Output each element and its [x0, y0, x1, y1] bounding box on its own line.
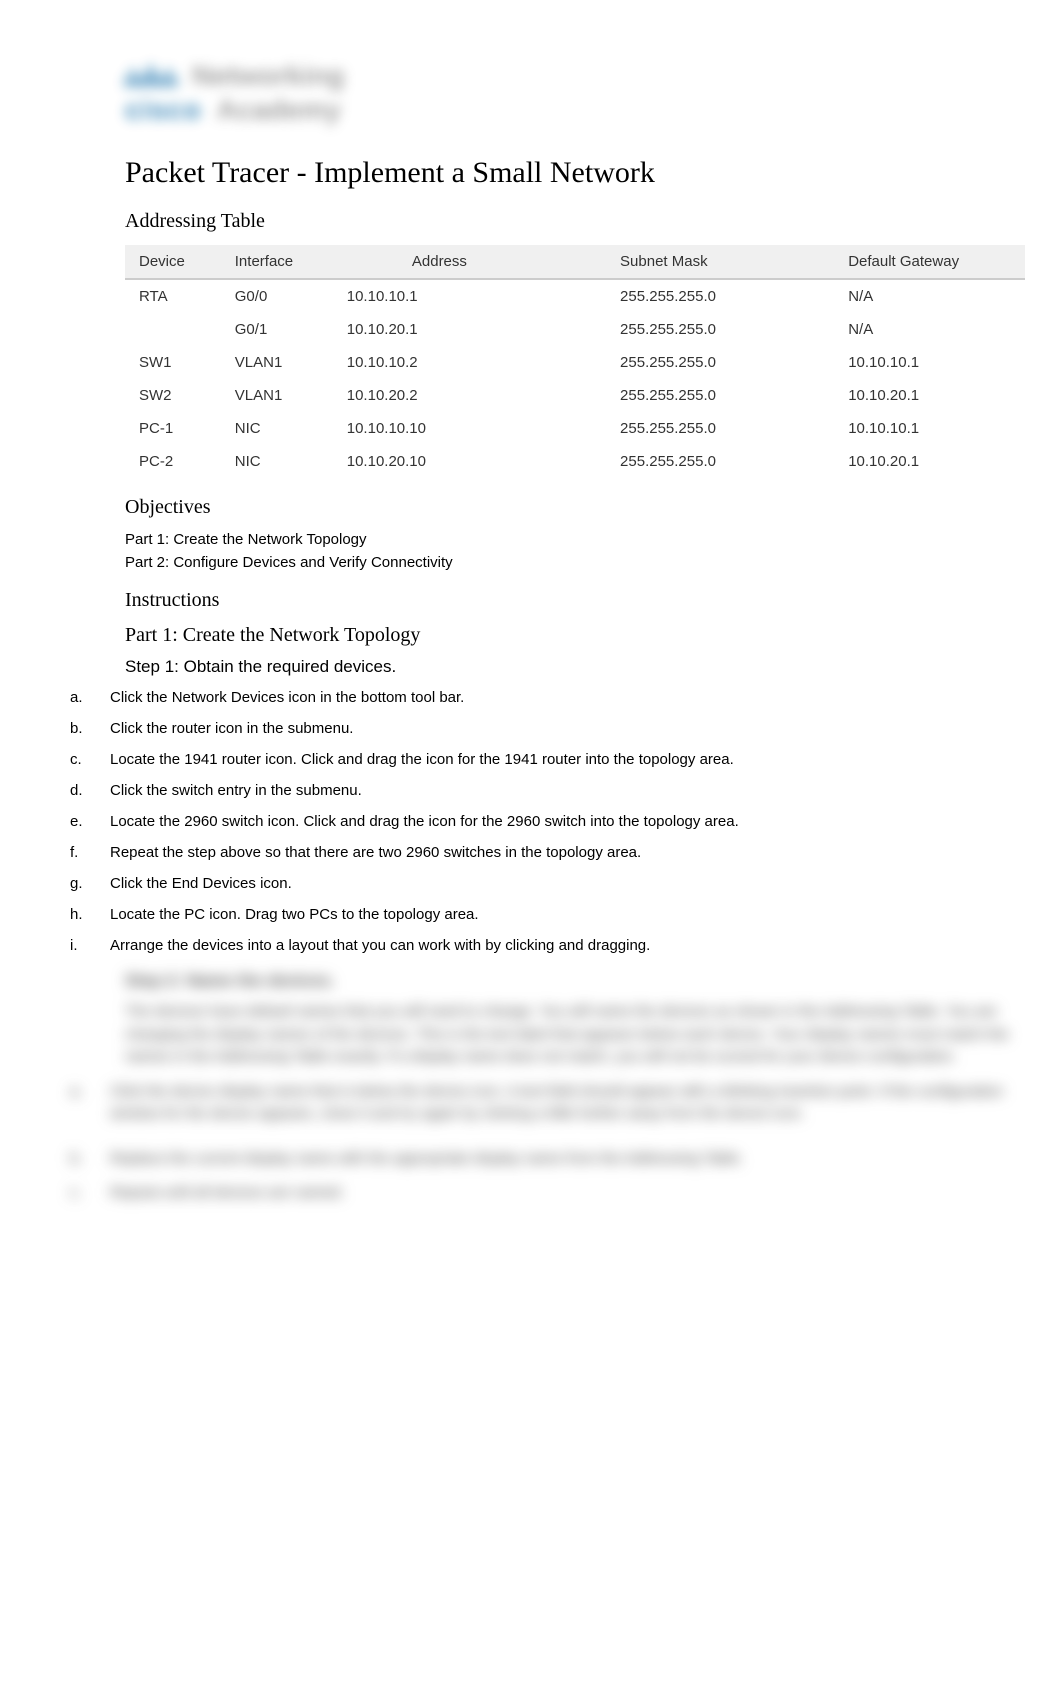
table-row: PC-2NIC10.10.20.10255.255.255.010.10.20.… [125, 445, 1025, 478]
table-cell-mask: 255.255.255.0 [500, 412, 798, 445]
instruction-text: Click the Network Devices icon in the bo… [110, 687, 1012, 708]
part1-heading: Part 1: Create the Network Topology [125, 624, 1012, 647]
list-marker: b. [70, 718, 110, 739]
table-row: RTAG0/010.10.10.1255.255.255.0N/A [125, 279, 1025, 313]
addressing-table-heading: Addressing Table [125, 210, 1012, 233]
th-gateway: Default Gateway [798, 245, 1025, 279]
step2-heading-blurred: Step 2: Name the devices. [125, 971, 1012, 991]
instruction-item: d.Click the switch entry in the submenu. [70, 780, 1012, 801]
th-address: Address [333, 245, 500, 279]
instruction-text: Click the End Devices icon. [110, 873, 1012, 894]
step2-para-blurred: The devices have default names that you … [125, 1001, 1012, 1069]
th-interface: Interface [221, 245, 333, 279]
instruction-text: Click the router icon in the submenu. [110, 718, 1012, 739]
table-cell-address: 10.10.10.1 [333, 279, 500, 313]
instruction-text: Repeat the step above so that there are … [110, 842, 1012, 863]
table-cell-mask: 255.255.255.0 [500, 379, 798, 412]
step2-item-blurred: a. Click the device display name that is… [70, 1081, 1012, 1126]
table-cell-address: 10.10.10.2 [333, 346, 500, 379]
addressing-table: Device Interface Address Subnet Mask Def… [125, 245, 1025, 478]
th-subnet: Subnet Mask [500, 245, 798, 279]
table-cell-gateway: 10.10.10.1 [798, 346, 1025, 379]
instruction-item: b.Click the router icon in the submenu. [70, 718, 1012, 739]
list-marker: g. [70, 873, 110, 894]
table-cell-gateway: 10.10.20.1 [798, 379, 1025, 412]
table-cell-interface: NIC [221, 412, 333, 445]
instruction-text: Locate the 1941 router icon. Click and d… [110, 749, 1012, 770]
instruction-text: Locate the 2960 switch icon. Click and d… [110, 811, 1012, 832]
table-cell-address: 10.10.10.10 [333, 412, 500, 445]
list-marker: f. [70, 842, 110, 863]
table-cell-gateway: 10.10.10.1 [798, 412, 1025, 445]
table-cell-interface: VLAN1 [221, 379, 333, 412]
table-cell-gateway: N/A [798, 279, 1025, 313]
table-cell-interface: NIC [221, 445, 333, 478]
table-cell-device: SW2 [125, 379, 221, 412]
instruction-item: h.Locate the PC icon. Drag two PCs to th… [70, 904, 1012, 925]
instruction-item: i.Arrange the devices into a layout that… [70, 935, 1012, 956]
table-row: SW2VLAN110.10.20.2255.255.255.010.10.20.… [125, 379, 1025, 412]
table-cell-device: PC-2 [125, 445, 221, 478]
table-cell-interface: G0/0 [221, 279, 333, 313]
table-cell-gateway: 10.10.20.1 [798, 445, 1025, 478]
table-cell-gateway: N/A [798, 313, 1025, 346]
instructions-heading: Instructions [125, 589, 1012, 612]
table-cell-interface: VLAN1 [221, 346, 333, 379]
page-title: Packet Tracer - Implement a Small Networ… [125, 156, 1012, 190]
table-cell-address: 10.10.20.1 [333, 313, 500, 346]
cisco-logo-bars [125, 65, 177, 87]
list-marker: i. [70, 935, 110, 956]
logo-brand: cisco [125, 94, 202, 126]
table-cell-mask: 255.255.255.0 [500, 313, 798, 346]
list-marker: d. [70, 780, 110, 801]
step2-item-blurred: c. Repeat until all devices are named. [70, 1182, 1012, 1205]
table-cell-device [125, 313, 221, 346]
blurred-content: Step 2: Name the devices. The devices ha… [50, 971, 1012, 1205]
instruction-text: Locate the PC icon. Drag two PCs to the … [110, 904, 1012, 925]
instruction-text: Arrange the devices into a layout that y… [110, 935, 1012, 956]
table-cell-device: SW1 [125, 346, 221, 379]
instruction-text: Click the switch entry in the submenu. [110, 780, 1012, 801]
table-cell-address: 10.10.20.10 [333, 445, 500, 478]
step1-list: a.Click the Network Devices icon in the … [70, 687, 1012, 956]
objectives-list: Part 1: Create the Network Topology Part… [125, 531, 1012, 571]
table-cell-device: PC-1 [125, 412, 221, 445]
table-cell-device: RTA [125, 279, 221, 313]
instruction-item: c.Locate the 1941 router icon. Click and… [70, 749, 1012, 770]
table-row: PC-1NIC10.10.10.10255.255.255.010.10.10.… [125, 412, 1025, 445]
instruction-item: f.Repeat the step above so that there ar… [70, 842, 1012, 863]
table-row: G0/110.10.20.1255.255.255.0N/A [125, 313, 1025, 346]
instruction-item: e.Locate the 2960 switch icon. Click and… [70, 811, 1012, 832]
list-marker: a. [70, 687, 110, 708]
logo-text-top: Networking [192, 60, 344, 92]
objective-item: Part 1: Create the Network Topology [125, 531, 1012, 548]
table-cell-mask: 255.255.255.0 [500, 445, 798, 478]
objective-item: Part 2: Configure Devices and Verify Con… [125, 554, 1012, 571]
list-marker: e. [70, 811, 110, 832]
table-row: SW1VLAN110.10.10.2255.255.255.010.10.10.… [125, 346, 1025, 379]
instruction-item: g.Click the End Devices icon. [70, 873, 1012, 894]
logo-text-bottom: Academy [217, 94, 342, 126]
table-cell-interface: G0/1 [221, 313, 333, 346]
objectives-heading: Objectives [125, 496, 1012, 519]
table-cell-mask: 255.255.255.0 [500, 279, 798, 313]
list-marker: c. [70, 749, 110, 770]
step1-heading: Step 1: Obtain the required devices. [125, 657, 1012, 677]
step2-item-blurred: b. Replace the current display name with… [70, 1148, 1012, 1171]
instruction-item: a.Click the Network Devices icon in the … [70, 687, 1012, 708]
th-device: Device [125, 245, 221, 279]
list-marker: h. [70, 904, 110, 925]
logo-header: Networking cisco Academy [125, 60, 1012, 126]
table-cell-mask: 255.255.255.0 [500, 346, 798, 379]
table-cell-address: 10.10.20.2 [333, 379, 500, 412]
